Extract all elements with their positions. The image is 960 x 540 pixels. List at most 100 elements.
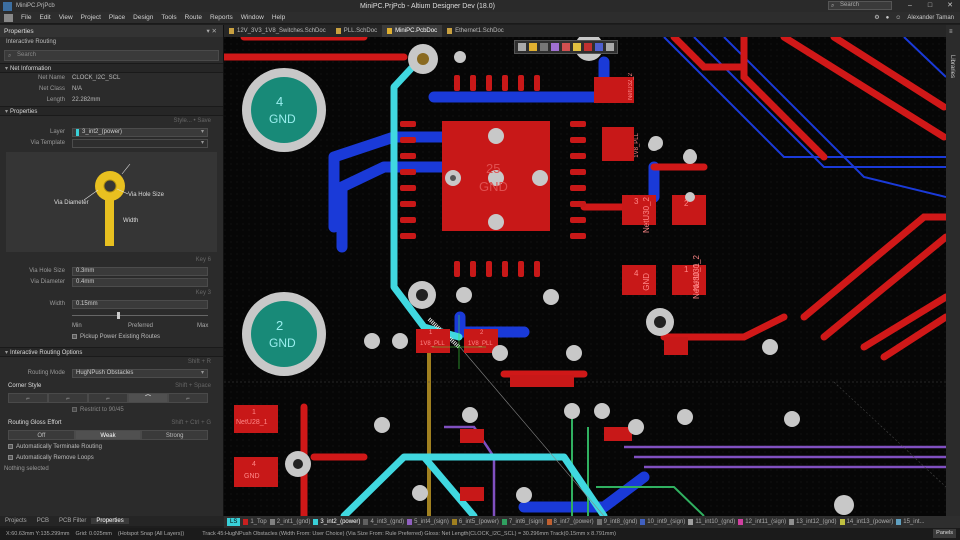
cursor-coordinates: X:60.63mm Y:135.299mm bbox=[6, 531, 70, 537]
menu-view[interactable]: View bbox=[59, 14, 73, 21]
width-slider-track[interactable] bbox=[72, 315, 208, 316]
auto-remove-checkbox[interactable]: Automatically Remove Loops bbox=[8, 453, 94, 464]
menu-help[interactable]: Help bbox=[272, 14, 285, 21]
current-layer-set-button[interactable]: LS bbox=[227, 518, 241, 526]
gear-icon[interactable]: ⚙ bbox=[874, 14, 879, 21]
move-icon[interactable] bbox=[540, 43, 548, 51]
doc-tab-ethernet[interactable]: Ethernet1.SchDoc bbox=[442, 25, 509, 37]
text-icon[interactable] bbox=[595, 43, 603, 51]
menu-place[interactable]: Place bbox=[109, 14, 125, 21]
net-class-value: N/A bbox=[72, 86, 83, 92]
layer-tab-12[interactable]: 12_int11_(sign) bbox=[738, 519, 786, 525]
menu-project[interactable]: Project bbox=[81, 14, 101, 21]
section-net-information[interactable]: ▾ Net Information bbox=[0, 63, 223, 73]
row-key-hint-2: Key 3 bbox=[0, 288, 223, 299]
notification-icon[interactable]: ● bbox=[886, 15, 890, 21]
pcb-canvas[interactable]: 4 GND 2 GND 25 GND 1 1V8_PLL 2 1V8_PLL 3… bbox=[224, 37, 946, 516]
width-slider-thumb[interactable] bbox=[117, 312, 120, 319]
diff-pair-icon[interactable] bbox=[562, 43, 570, 51]
layer-tab-7[interactable]: 7_int6_(sign) bbox=[501, 519, 544, 525]
layer-tab-5[interactable]: 5_int4_(sign) bbox=[407, 519, 449, 525]
auto-terminate-label: Automatically Terminate Routing bbox=[16, 444, 102, 450]
via-template-select[interactable] bbox=[72, 139, 208, 148]
via-diagram: Via Diameter Via Hole Size Width bbox=[6, 152, 217, 252]
row-key-hint-1: Key 6 bbox=[0, 255, 223, 266]
layer-tab-4[interactable]: 4_int3_(gnd) bbox=[363, 519, 404, 525]
menu-window[interactable]: Window bbox=[241, 14, 264, 21]
doc-tab-pll[interactable]: PLL.SchDoc bbox=[331, 25, 382, 37]
via-diameter-input[interactable]: 0.4mm bbox=[72, 278, 208, 287]
layer-tab-2[interactable]: 2_int1_(gnd) bbox=[269, 519, 310, 525]
label: Width bbox=[49, 301, 65, 307]
libraries-tab[interactable]: Libraries bbox=[949, 55, 955, 78]
restrict-checkbox[interactable]: Restrict to 90/45 bbox=[72, 405, 124, 416]
menu-reports[interactable]: Reports bbox=[210, 14, 233, 21]
filter-icon[interactable] bbox=[518, 43, 526, 51]
layer-tab-3[interactable]: 3_int2_(power) bbox=[313, 519, 360, 525]
menu-edit[interactable]: Edit bbox=[39, 14, 50, 21]
layer-tab-13[interactable]: 13_int12_(gnd) bbox=[789, 519, 837, 525]
close-button[interactable]: ✕ bbox=[940, 0, 960, 12]
routing-mode-select[interactable]: HugNPush Obstacles bbox=[72, 369, 208, 378]
polygon-icon[interactable] bbox=[584, 43, 592, 51]
menu-route[interactable]: Route bbox=[185, 14, 202, 21]
tab-pcb[interactable]: PCB bbox=[32, 518, 54, 524]
menu-tools[interactable]: Tools bbox=[161, 14, 176, 21]
panel-close-icon[interactable]: ▾ ✕ bbox=[206, 27, 217, 35]
menu-design[interactable]: Design bbox=[133, 14, 153, 21]
layer-tab-8[interactable]: 8_int7_(power) bbox=[546, 519, 594, 525]
corner-45-button[interactable]: ⌐ bbox=[48, 393, 88, 403]
route-icon[interactable] bbox=[551, 43, 559, 51]
via-hole-size-input[interactable]: 0.3mm bbox=[72, 267, 208, 276]
panel-search-input[interactable]: ⌕ Search bbox=[4, 50, 219, 61]
side-pin-icon[interactable]: ≡ bbox=[949, 29, 953, 35]
minimize-button[interactable]: – bbox=[900, 0, 920, 12]
layer-tab-9[interactable]: 9_int8_(gnd) bbox=[596, 519, 637, 525]
via-icon[interactable] bbox=[573, 43, 581, 51]
layer-tab-14[interactable]: 14_int13_(power) bbox=[839, 519, 893, 525]
gloss-strong-button[interactable]: Strong bbox=[141, 430, 209, 440]
corner-90-button[interactable]: ⌐ bbox=[8, 393, 48, 403]
menu-file[interactable]: File bbox=[21, 14, 31, 21]
user-icon[interactable]: ☺ bbox=[895, 15, 901, 21]
corner-90arc-button[interactable]: ⌒ bbox=[128, 393, 168, 403]
width-input[interactable]: 0.15mm bbox=[72, 300, 208, 309]
section-title: Interactive Routing Options bbox=[10, 350, 83, 356]
label: Layer bbox=[49, 129, 65, 135]
pickup-checkbox[interactable]: Pickup Power Existing Routes bbox=[72, 332, 160, 343]
layer-swatch bbox=[738, 519, 744, 525]
tab-properties[interactable]: Properties bbox=[91, 518, 129, 524]
doc-tab-switches[interactable]: 12V_3V3_1V8_Switches.SchDoc bbox=[224, 25, 331, 37]
corner-any-button[interactable]: ⌐ bbox=[168, 393, 208, 403]
section-interactive-routing-options[interactable]: ▾ Interactive Routing Options bbox=[0, 347, 223, 357]
doc-tab-minipc-pcb[interactable]: MiniPC.PcbDoc bbox=[382, 25, 443, 37]
tab-projects[interactable]: Projects bbox=[0, 518, 32, 524]
maximize-button[interactable]: □ bbox=[920, 0, 940, 12]
layer-value: 3_int2_(power) bbox=[82, 129, 123, 135]
global-search-input[interactable]: ⌕ Search bbox=[828, 1, 892, 10]
gloss-weak-button[interactable]: Weak bbox=[74, 430, 142, 440]
row-pickup: Pickup Power Existing Routes bbox=[0, 332, 223, 343]
layer-tab-1[interactable]: 1_Top bbox=[243, 519, 267, 525]
auto-terminate-checkbox[interactable]: Automatically Terminate Routing bbox=[8, 442, 102, 453]
layer-tab-10[interactable]: 10_int9_(sign) bbox=[640, 519, 685, 525]
line-icon[interactable] bbox=[606, 43, 614, 51]
select-icon[interactable] bbox=[529, 43, 537, 51]
menu-app-icon[interactable] bbox=[4, 13, 13, 22]
layer-tab-6[interactable]: 6_int5_(power) bbox=[451, 519, 499, 525]
layer-swatch bbox=[896, 519, 902, 525]
layer-swatch bbox=[501, 519, 507, 525]
layer-tab-15[interactable]: 15_int... bbox=[896, 519, 925, 525]
gloss-segmented: Off Weak Strong bbox=[8, 430, 209, 440]
user-name[interactable]: Alexander Taman bbox=[907, 15, 954, 21]
gloss-off-button[interactable]: Off bbox=[8, 430, 75, 440]
layer-swatch bbox=[451, 519, 457, 525]
panels-button[interactable]: Panels bbox=[933, 529, 956, 538]
gloss-label: Routing Gloss Effort bbox=[8, 420, 62, 426]
layer-tab-11[interactable]: 11_int10_(gnd) bbox=[688, 519, 735, 525]
corner-45arc-button[interactable]: ⌐ bbox=[88, 393, 128, 403]
section-properties[interactable]: ▾ Properties bbox=[0, 106, 223, 116]
tab-pcb-filter[interactable]: PCB Filter bbox=[54, 518, 91, 524]
status-bar: X:60.63mm Y:135.299mm Grid: 0.025mm (Hot… bbox=[0, 528, 960, 540]
layer-select[interactable]: 3_int2_(power) bbox=[72, 128, 208, 137]
